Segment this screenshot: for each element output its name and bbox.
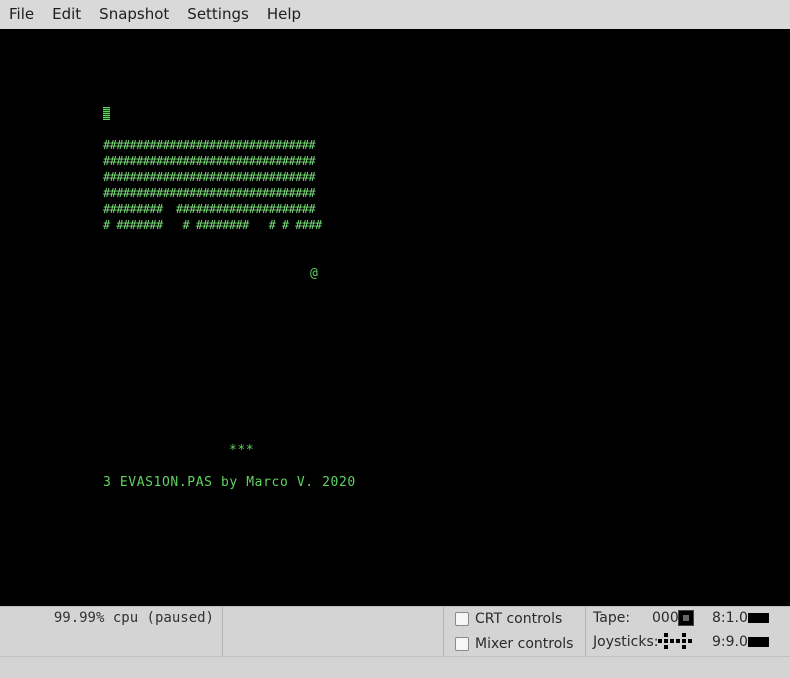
brick-row: ################################ — [103, 170, 316, 184]
bottom-strip — [0, 656, 790, 678]
tape-indicator-icon — [748, 613, 769, 623]
tape-icon[interactable] — [678, 610, 694, 626]
joysticks-value: 9:9.0 — [712, 634, 748, 650]
tape-counter: 000 — [652, 610, 679, 626]
joystick-indicator-icon — [748, 637, 769, 647]
crt-controls-checkbox[interactable] — [455, 612, 469, 626]
brick-row: ################################ — [103, 138, 316, 152]
io-panel: Tape: 000 8:1.0 Joysticks: 9:9.0 — [586, 607, 790, 657]
crt-controls-toggle[interactable]: CRT controls — [455, 611, 562, 627]
status-spacer — [224, 607, 444, 657]
mixer-controls-label: Mixer controls — [475, 636, 574, 652]
tape-speed: 8:1.0 — [712, 610, 748, 626]
tape-label: Tape: — [593, 610, 631, 626]
brick-row: ################################ — [103, 186, 316, 200]
cursor-block — [103, 107, 110, 120]
paddle: *** — [229, 443, 255, 458]
mixer-controls-checkbox[interactable] — [455, 637, 469, 651]
footer-text: 3 EVAS1ON.PAS by Marco V. 2020 — [103, 475, 356, 490]
brick-row: # ####### # ######## # # #### — [103, 218, 322, 232]
menu-help[interactable]: Help — [258, 0, 310, 29]
cpu-usage: 99.99% cpu (paused) — [0, 607, 223, 657]
brick-row: ######### ##################### — [103, 202, 316, 216]
menu-snapshot[interactable]: Snapshot — [90, 0, 178, 29]
ball: @ — [310, 266, 319, 281]
menu-settings[interactable]: Settings — [178, 0, 258, 29]
brick-row: ################################ — [103, 154, 316, 168]
emulator-screen[interactable]: ################################ #######… — [0, 29, 790, 606]
crt-controls-label: CRT controls — [475, 611, 563, 627]
mixer-controls-toggle[interactable]: Mixer controls — [455, 636, 573, 652]
menu-file[interactable]: File — [0, 0, 43, 29]
controls-panel: CRT controls Mixer controls — [444, 607, 586, 657]
menu-edit[interactable]: Edit — [43, 0, 90, 29]
status-bar: 99.99% cpu (paused) CRT controls Mixer c… — [0, 606, 790, 657]
joysticks-label: Joysticks: — [593, 634, 659, 650]
menu-bar: File Edit Snapshot Settings Help — [0, 0, 790, 29]
joystick-icon[interactable] — [658, 633, 694, 649]
